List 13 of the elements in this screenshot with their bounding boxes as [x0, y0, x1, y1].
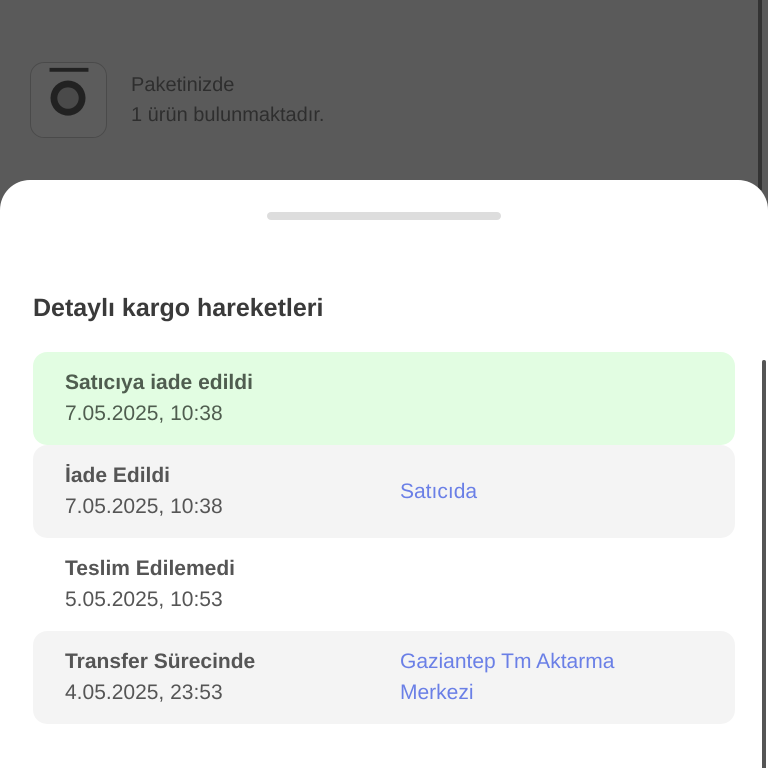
- event-time: 7.05.2025, 10:38: [65, 494, 224, 520]
- event-status: İade Edildi: [65, 463, 172, 489]
- sheet-title: Detaylı kargo hareketleri: [33, 293, 324, 324]
- event-location: Satıcıda: [400, 478, 478, 504]
- event-status: Transfer Sürecinde: [65, 649, 256, 675]
- event-status: Teslim Edilemedi: [65, 556, 236, 582]
- scrollbar[interactable]: [762, 360, 766, 768]
- event-time: 5.05.2025, 10:53: [65, 587, 224, 613]
- event-time: 7.05.2025, 10:38: [65, 401, 224, 427]
- event-status: Satıcıya iade edildi: [65, 370, 254, 396]
- event-time: 4.05.2025, 23:53: [65, 680, 224, 706]
- drag-handle[interactable]: [267, 212, 501, 220]
- event-location: Gaziantep Tm Aktarma Merkezi: [400, 649, 616, 706]
